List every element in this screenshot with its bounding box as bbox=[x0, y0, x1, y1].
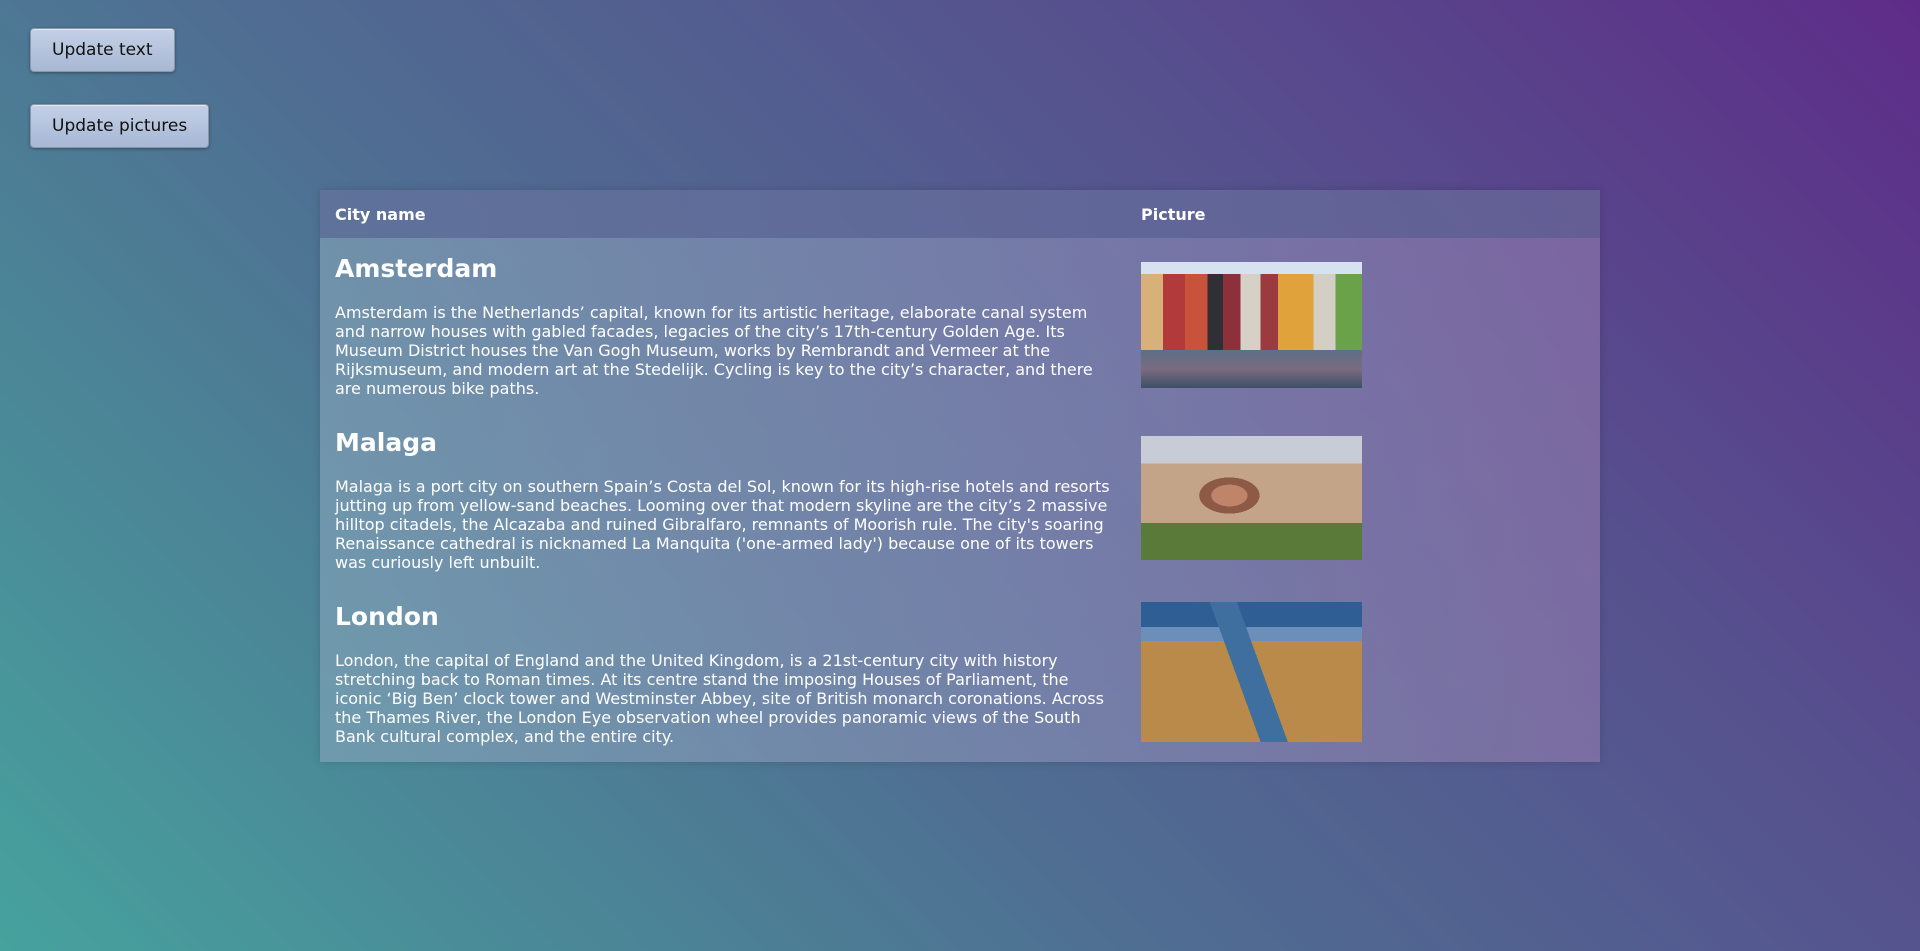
table-row: Malaga Malaga is a port city on southern… bbox=[320, 412, 1600, 586]
city-name: Amsterdam bbox=[335, 254, 498, 283]
malaga-photo bbox=[1141, 436, 1362, 560]
city-description: Malaga is a port city on southern Spain’… bbox=[335, 477, 1110, 572]
table-row: London London, the capital of England an… bbox=[320, 586, 1600, 762]
cities-table: City name Picture Amsterdam Amsterdam is… bbox=[320, 190, 1600, 762]
table-header-row: City name Picture bbox=[320, 190, 1600, 238]
city-cell: Malaga Malaga is a port city on southern… bbox=[320, 412, 1126, 586]
update-pictures-button[interactable]: Update pictures bbox=[30, 104, 210, 148]
city-cell: London London, the capital of England an… bbox=[320, 586, 1126, 762]
amsterdam-photo bbox=[1141, 262, 1362, 388]
picture-cell bbox=[1126, 586, 1600, 762]
picture-cell bbox=[1126, 238, 1600, 412]
city-name: Malaga bbox=[335, 428, 437, 457]
city-description: Amsterdam is the Netherlands’ capital, k… bbox=[335, 303, 1093, 398]
city-description: London, the capital of England and the U… bbox=[335, 651, 1104, 746]
city-cell: Amsterdam Amsterdam is the Netherlands’ … bbox=[320, 238, 1126, 412]
picture-header: Picture bbox=[1141, 204, 1206, 224]
city-name-header: City name bbox=[335, 204, 426, 224]
table-row: Amsterdam Amsterdam is the Netherlands’ … bbox=[320, 238, 1600, 412]
london-photo bbox=[1141, 602, 1362, 742]
update-text-button[interactable]: Update text bbox=[30, 28, 175, 72]
city-name: London bbox=[335, 602, 439, 631]
picture-cell bbox=[1126, 412, 1600, 586]
